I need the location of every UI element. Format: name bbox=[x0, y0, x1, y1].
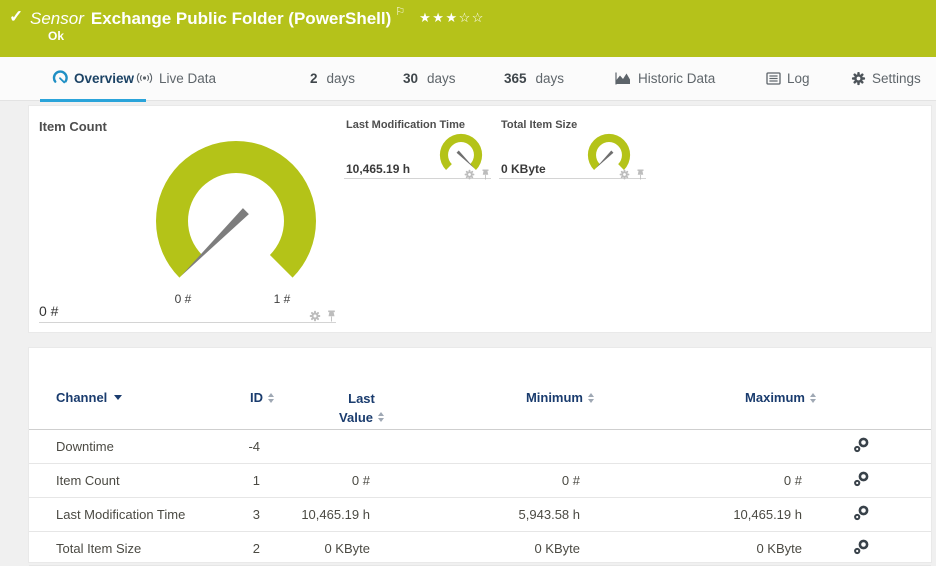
tab-live-data[interactable]: Live Data bbox=[136, 57, 216, 99]
pin-icon[interactable] bbox=[481, 167, 490, 185]
gauge-title: Total Item Size bbox=[501, 119, 578, 131]
column-label: Minimum bbox=[525, 390, 583, 405]
tab-label: Live Data bbox=[159, 70, 217, 86]
tab-label: Overview bbox=[74, 70, 135, 86]
channel-last-value: 0 KByte bbox=[324, 541, 370, 556]
channel-settings-gears-icon[interactable] bbox=[853, 505, 870, 524]
tab-overview[interactable]: Overview bbox=[40, 57, 147, 102]
item-count-gauge bbox=[156, 141, 316, 278]
tab-label: days bbox=[427, 70, 456, 86]
flag-icon[interactable]: ⚐ bbox=[395, 6, 405, 18]
channel-name[interactable]: Item Count bbox=[56, 473, 228, 488]
gauge-title: Last Modification Time bbox=[346, 119, 465, 131]
tab-label: Log bbox=[787, 70, 810, 86]
channel-id: -4 bbox=[248, 439, 260, 454]
column-header-channel[interactable]: Channel bbox=[56, 390, 228, 405]
channel-maximum: 0 KByte bbox=[756, 541, 802, 556]
gauges-panel: Item Count 0 # 1 # 0 # Last Modification… bbox=[28, 105, 932, 333]
tab-label: days bbox=[535, 70, 565, 86]
channel-settings-gears-icon[interactable] bbox=[853, 437, 870, 456]
sort-icon bbox=[378, 411, 384, 422]
tab-label: Historic Data bbox=[638, 70, 716, 86]
channel-name[interactable]: Last Modification Time bbox=[56, 507, 228, 522]
sensor-kind-label: Sensor bbox=[30, 9, 84, 28]
channel-settings-gears-icon[interactable] bbox=[853, 471, 870, 490]
sensor-title: Exchange Public Folder (PowerShell) bbox=[90, 9, 392, 28]
gauge-current-value: 0 KByte bbox=[501, 162, 546, 176]
gear-icon bbox=[851, 71, 866, 86]
channel-last-value: 10,465.19 h bbox=[301, 507, 370, 522]
channel-settings-gears-icon[interactable] bbox=[853, 539, 870, 558]
column-label: Last bbox=[348, 391, 375, 406]
gear-icon[interactable] bbox=[619, 167, 630, 185]
priority-stars[interactable]: ★★★☆☆ bbox=[419, 10, 485, 25]
gauge-current-value: 0 # bbox=[39, 303, 59, 319]
status-badge: Ok bbox=[48, 29, 65, 43]
channel-last-value: 0 # bbox=[351, 473, 370, 488]
tab-historic-data[interactable]: Historic Data bbox=[614, 57, 715, 99]
column-header-maximum[interactable]: Maximum bbox=[594, 390, 816, 405]
divider bbox=[39, 302, 336, 323]
channel-id: 2 bbox=[252, 541, 260, 556]
tab-number: 365 bbox=[504, 70, 527, 86]
tab-number: 30 bbox=[403, 70, 419, 86]
channel-minimum: 5,943.58 h bbox=[518, 507, 580, 522]
column-header-last-value[interactable]: Last Value bbox=[274, 390, 384, 428]
pin-icon[interactable] bbox=[636, 167, 645, 185]
column-label: Maximum bbox=[745, 390, 805, 405]
tab-30-days[interactable]: 30 days bbox=[403, 57, 456, 99]
channel-maximum: 0 # bbox=[783, 473, 802, 488]
gauge-current-value: 10,465.19 h bbox=[346, 162, 411, 176]
status-ok-check-icon: ✓ bbox=[9, 7, 24, 26]
sort-icon bbox=[810, 393, 816, 403]
sensor-header: ✓ Sensor Exchange Public Folder (PowerShe… bbox=[0, 0, 936, 57]
tab-2-days[interactable]: 2 days bbox=[310, 57, 355, 99]
column-label: Channel bbox=[56, 390, 108, 405]
tab-bar: Overview Live Data 2 days 30 days 365 da… bbox=[0, 57, 936, 102]
table-header-row: Channel ID Last Value Minimum Maximum bbox=[29, 348, 931, 430]
tab-number: 2 bbox=[310, 70, 318, 86]
sort-desc-icon bbox=[114, 395, 123, 400]
gear-icon[interactable] bbox=[464, 167, 475, 185]
channel-minimum: 0 # bbox=[561, 473, 580, 488]
tab-365-days[interactable]: 365 days bbox=[504, 57, 564, 99]
tab-label: Settings bbox=[872, 70, 921, 86]
table-row-downtime[interactable]: Downtime -4 bbox=[29, 430, 931, 464]
channel-minimum: 0 KByte bbox=[534, 541, 580, 556]
gauge-title: Item Count bbox=[39, 119, 107, 134]
tab-label: days bbox=[326, 70, 356, 86]
table-row-item-count[interactable]: Item Count 1 0 # 0 # 0 # bbox=[29, 464, 931, 498]
table-row-last-modification-time[interactable]: Last Modification Time 3 10,465.19 h 5,9… bbox=[29, 498, 931, 532]
channel-id: 3 bbox=[252, 507, 260, 522]
gauge-icon bbox=[52, 70, 68, 86]
channel-id: 1 bbox=[252, 473, 260, 488]
column-header-minimum[interactable]: Minimum bbox=[384, 390, 594, 405]
column-label: ID bbox=[250, 390, 263, 405]
tab-settings[interactable]: Settings bbox=[851, 57, 921, 99]
channel-name[interactable]: Total Item Size bbox=[56, 541, 228, 556]
column-label: Value bbox=[339, 409, 373, 425]
channel-name[interactable]: Downtime bbox=[56, 439, 228, 454]
column-header-id[interactable]: ID bbox=[228, 390, 274, 405]
broadcast-icon bbox=[136, 71, 153, 85]
gear-icon[interactable] bbox=[309, 309, 321, 327]
channel-maximum: 10,465.19 h bbox=[733, 507, 802, 522]
channels-panel: Channel ID Last Value Minimum Maximum Do… bbox=[28, 347, 932, 566]
tab-log[interactable]: Log bbox=[766, 57, 810, 99]
pin-icon[interactable] bbox=[327, 309, 336, 327]
area-chart-icon bbox=[614, 71, 632, 86]
list-icon bbox=[766, 71, 781, 85]
